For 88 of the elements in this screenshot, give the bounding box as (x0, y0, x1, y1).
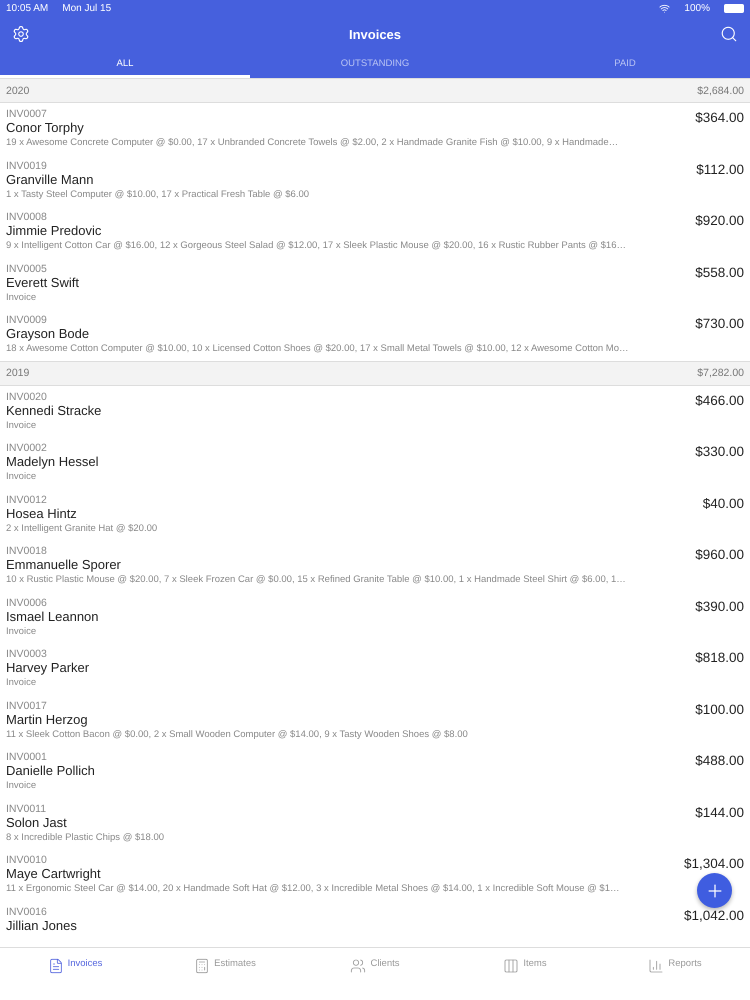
invoice-description: Invoice (6, 420, 36, 430)
invoice-number: INV0001 (6, 751, 47, 765)
invoice-number: INV0011 (6, 802, 46, 816)
invoice-description: Invoice (6, 677, 36, 688)
status-time: 10:05 AM (6, 2, 48, 14)
document-icon (48, 958, 64, 974)
invoice-number: INV0016 (6, 906, 47, 920)
invoice-amount: $1,042.00 (684, 908, 744, 922)
bottom-tab[interactable]: Reports (600, 948, 750, 1000)
status-date: Mon Jul 15 (62, 2, 112, 14)
invoice-number: INV0008 (6, 211, 47, 225)
invoice-description: 11 x Ergonomic Steel Car @ $14.00, 20 x Handmade Soft Hat @ $12.00, 3 x Incredible Metal Shoes @ $14.00, 1 x Incredible Soft Mouse @ $1… (6, 883, 620, 894)
client-name: Jillian Jones (6, 918, 78, 932)
invoice-description: 9 x Intelligent Cotton Car @ $16.00, 12 x Gorgeous Steel Salad @ $12.00, 17 x Sleek Plastic Mouse @ $20.00, 16 x Rustic Rubber Pants @ $16… (6, 240, 626, 251)
bottom-tab[interactable]: Items (450, 948, 600, 1000)
invoice-number: INV0007 (6, 108, 47, 122)
client-name: Ismael Leannon (6, 608, 100, 624)
invoice-amount: $40.00 (702, 496, 744, 510)
battery-percent: 100% (684, 2, 710, 14)
invoice-description: 19 x Awesome Concrete Computer @ $0.00, 17 x Unbranded Concrete Towels @ $2.00, 2 x Handmade Granite Fish @ $10.00, 9 x Handmade… (6, 137, 618, 148)
client-name: Solon Jast (6, 814, 68, 830)
client-name: Granville Mann (6, 172, 94, 186)
bottom-tab[interactable]: Clients (300, 948, 450, 1000)
calculator-icon (194, 958, 210, 974)
invoice-description: 8 x Incredible Plastic Chips @ $18.00 (6, 832, 164, 842)
section-year: 2020 (6, 84, 30, 96)
bottom-tab[interactable]: Invoices (0, 948, 150, 1000)
invoice-number: INV0009 (6, 314, 47, 328)
client-name: Harvey Parker (6, 660, 90, 675)
bottom-tab[interactable]: Estimates (150, 948, 300, 1000)
invoice-number: INV0018 (6, 545, 47, 559)
invoice-number: INV0012 (6, 494, 47, 508)
invoice-amount: $112.00 (696, 162, 744, 176)
battery-icon (724, 4, 744, 12)
client-name: Kennedi Stracke (6, 402, 102, 418)
client-name: Hosea Hintz (6, 506, 78, 520)
invoice-description: Invoice (6, 471, 36, 482)
invoice-amount: $920.00 (695, 213, 744, 228)
client-name: Martin Herzog (6, 712, 89, 726)
invoice-description: 10 x Rustic Plastic Mouse @ $20.00, 7 x Sleek Frozen Car @ $0.00, 15 x Refined Granite Table @ $10.00, 1 x Handmade Steel Shirt @ $6.00, 1… (6, 574, 626, 585)
invoice-number: INV0017 (6, 700, 47, 714)
invoice-amount: $330.00 (695, 444, 744, 459)
nav-title: Invoices (348, 26, 402, 42)
section-total: $7,282.00 (697, 367, 744, 379)
invoice-amount: $730.00 (695, 316, 744, 331)
client-name: Everett Swift (6, 274, 80, 290)
invoice-number: INV0006 (6, 596, 47, 610)
invoice-amount: $364.00 (695, 110, 744, 125)
invoice-number: INV0020 (6, 390, 47, 404)
invoice-amount: $100.00 (695, 702, 744, 716)
invoice-description: 11 x Sleek Cotton Bacon @ $0.00, 2 x Small Wooden Computer @ $14.00, 9 x Tasty Wooden Shoes @ $8.00 (6, 728, 468, 740)
filter-tab[interactable]: OUTSTANDING (250, 52, 500, 78)
settings-button[interactable] (12, 25, 30, 43)
client-name: Emmanuelle Sporer (6, 557, 122, 572)
bar-chart-icon (648, 958, 664, 974)
invoice-description: Invoice (6, 780, 36, 791)
invoice-amount: $1,304.00 (684, 856, 744, 871)
invoice-number: INV0005 (6, 262, 47, 276)
invoice-number: INV0003 (6, 648, 47, 662)
invoice-amount: $144.00 (695, 804, 744, 820)
client-name: Maye Cartwright (6, 866, 102, 881)
invoice-description: Invoice (6, 292, 36, 302)
wifi-icon (659, 2, 670, 14)
client-name: Grayson Bode (6, 326, 90, 341)
invoice-number: INV0019 (6, 160, 47, 174)
invoice-amount: $488.00 (695, 753, 744, 768)
invoice-number: INV0010 (6, 854, 47, 868)
invoice-description: Invoice (6, 626, 36, 636)
invoice-number: INV0002 (6, 442, 47, 456)
invoice-amount: $960.00 (695, 547, 744, 562)
client-name: Danielle Pollich (6, 763, 96, 778)
filter-tab[interactable]: PAID (500, 52, 750, 78)
section-total: $2,684.00 (697, 84, 744, 96)
invoice-amount: $466.00 (695, 392, 744, 408)
search-button[interactable] (720, 25, 738, 43)
invoice-description: 2 x Intelligent Granite Hat @ $20.00 (6, 522, 158, 534)
invoice-amount: $818.00 (695, 650, 744, 665)
invoice-amount: $390.00 (695, 598, 744, 614)
invoice-description: 1 x Tasty Steel Computer @ $10.00, 17 x Practical Fresh Table @ $6.00 (6, 188, 310, 200)
section-year: 2019 (6, 367, 30, 379)
grid-icon (503, 958, 520, 974)
people-icon (350, 958, 366, 974)
client-name: Conor Torphy (6, 120, 85, 135)
client-name: Jimmie Predovic (6, 223, 102, 238)
add-button[interactable] (697, 873, 732, 908)
invoice-amount: $558.00 (695, 264, 744, 280)
client-name: Madelyn Hessel (6, 454, 100, 469)
invoice-description: 18 x Awesome Cotton Computer @ $10.00, 10 x Licensed Cotton Shoes @ $20.00, 17 x Small Metal Towels @ $10.00, 12 x Awesome Cotton Mo… (6, 343, 628, 354)
